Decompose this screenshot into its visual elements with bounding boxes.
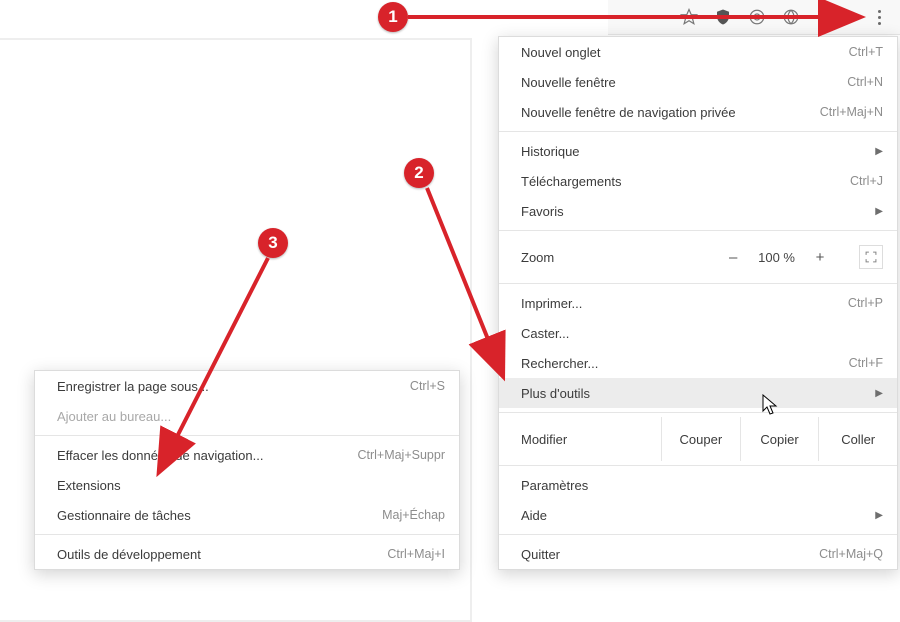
menu-print[interactable]: Imprimer... Ctrl+P bbox=[499, 288, 897, 318]
menu-edit-row: Modifier Couper Copier Coller bbox=[499, 417, 897, 461]
menu-item-shortcut: Ctrl+Maj+I bbox=[387, 547, 445, 561]
menu-item-shortcut: Ctrl+Maj+N bbox=[820, 105, 883, 119]
menu-item-label: Quitter bbox=[521, 547, 819, 562]
more-tools-submenu: Enregistrer la page sous... Ctrl+S Ajout… bbox=[34, 370, 460, 570]
menu-item-label: Historique bbox=[521, 144, 867, 159]
menu-item-shortcut: Ctrl+F bbox=[849, 356, 883, 370]
annotation-badge-2: 2 bbox=[404, 158, 434, 188]
zoom-out-button[interactable]: – bbox=[726, 249, 740, 266]
menu-item-label: Nouvel onglet bbox=[521, 45, 849, 60]
menu-item-label: Modifier bbox=[499, 417, 661, 461]
menu-item-shortcut: Ctrl+Maj+Suppr bbox=[357, 448, 445, 462]
menu-dots-icon[interactable] bbox=[870, 8, 888, 26]
menu-item-label: Paramètres bbox=[521, 478, 883, 493]
globe-icon[interactable] bbox=[782, 8, 800, 26]
menu-cast[interactable]: Caster... bbox=[499, 318, 897, 348]
menu-separator bbox=[35, 435, 459, 436]
star-icon[interactable] bbox=[680, 8, 698, 26]
menu-quit[interactable]: Quitter Ctrl+Maj+Q bbox=[499, 539, 897, 569]
menu-item-label: Nouvelle fenêtre de navigation privée bbox=[521, 105, 820, 120]
menu-item-label: Imprimer... bbox=[521, 296, 848, 311]
menu-separator bbox=[499, 534, 897, 535]
main-menu: Nouvel onglet Ctrl+T Nouvelle fenêtre Ct… bbox=[498, 36, 898, 570]
menu-item-label: Ajouter au bureau... bbox=[57, 409, 445, 424]
menu-separator bbox=[35, 534, 459, 535]
menu-item-shortcut: Ctrl+P bbox=[848, 296, 883, 310]
submenu-save-page-as[interactable]: Enregistrer la page sous... Ctrl+S bbox=[35, 371, 459, 401]
menu-downloads[interactable]: Téléchargements Ctrl+J bbox=[499, 166, 897, 196]
menu-item-label: Aide bbox=[521, 508, 867, 523]
submenu-clear-browsing-data[interactable]: Effacer les données de navigation... Ctr… bbox=[35, 440, 459, 470]
chevron-right-icon: ▶ bbox=[875, 388, 883, 399]
submenu-add-to-desktop: Ajouter au bureau... bbox=[35, 401, 459, 431]
menu-item-label: Rechercher... bbox=[521, 356, 849, 371]
menu-separator bbox=[499, 131, 897, 132]
menu-item-shortcut: Ctrl+Maj+Q bbox=[819, 547, 883, 561]
menu-incognito[interactable]: Nouvelle fenêtre de navigation privée Ct… bbox=[499, 97, 897, 127]
menu-item-label: Nouvelle fenêtre bbox=[521, 75, 847, 90]
zoom-value: 100 % bbox=[758, 250, 795, 265]
menu-help[interactable]: Aide ▶ bbox=[499, 500, 897, 530]
cursor-icon bbox=[762, 394, 778, 416]
zoom-in-button[interactable]: + bbox=[813, 249, 827, 266]
menu-zoom: Zoom – 100 % + bbox=[499, 235, 897, 279]
fullscreen-icon[interactable] bbox=[859, 245, 883, 269]
menu-separator bbox=[499, 412, 897, 413]
submenu-developer-tools[interactable]: Outils de développement Ctrl+Maj+I bbox=[35, 539, 459, 569]
menu-item-label: Zoom bbox=[521, 250, 726, 265]
menu-item-label: Outils de développement bbox=[57, 547, 387, 562]
edit-paste-button[interactable]: Coller bbox=[818, 417, 897, 461]
chevron-right-icon: ▶ bbox=[875, 206, 883, 217]
menu-new-tab[interactable]: Nouvel onglet Ctrl+T bbox=[499, 37, 897, 67]
menu-item-label: Plus d'outils bbox=[521, 386, 867, 401]
menu-item-shortcut: Ctrl+J bbox=[850, 174, 883, 188]
menu-item-label: Téléchargements bbox=[521, 174, 850, 189]
menu-item-label: Favoris bbox=[521, 204, 867, 219]
chevron-right-icon: ▶ bbox=[875, 146, 883, 157]
menu-item-shortcut: Ctrl+T bbox=[849, 45, 883, 59]
edit-copy-button[interactable]: Copier bbox=[740, 417, 819, 461]
menu-item-label: Extensions bbox=[57, 478, 445, 493]
menu-item-shortcut: Ctrl+N bbox=[847, 75, 883, 89]
menu-item-shortcut: Maj+Échap bbox=[382, 508, 445, 522]
menu-separator bbox=[499, 283, 897, 284]
menu-find[interactable]: Rechercher... Ctrl+F bbox=[499, 348, 897, 378]
submenu-extensions[interactable]: Extensions bbox=[35, 470, 459, 500]
menu-item-label: Caster... bbox=[521, 326, 883, 341]
menu-item-shortcut: Ctrl+S bbox=[410, 379, 445, 393]
annotation-badge-3: 3 bbox=[258, 228, 288, 258]
menu-separator bbox=[499, 465, 897, 466]
menu-settings[interactable]: Paramètres bbox=[499, 470, 897, 500]
shield-icon[interactable] bbox=[714, 8, 732, 26]
target-icon[interactable] bbox=[748, 8, 766, 26]
chevron-right-icon: ▶ bbox=[875, 510, 883, 521]
annotation-badge-1: 1 bbox=[378, 2, 408, 32]
edit-cut-button[interactable]: Couper bbox=[661, 417, 740, 461]
menu-item-label: Enregistrer la page sous... bbox=[57, 379, 410, 394]
submenu-task-manager[interactable]: Gestionnaire de tâches Maj+Échap bbox=[35, 500, 459, 530]
menu-more-tools[interactable]: Plus d'outils ▶ bbox=[499, 378, 897, 408]
lock-icon[interactable] bbox=[816, 8, 834, 26]
menu-separator bbox=[499, 230, 897, 231]
menu-new-window[interactable]: Nouvelle fenêtre Ctrl+N bbox=[499, 67, 897, 97]
menu-item-label: Effacer les données de navigation... bbox=[57, 448, 357, 463]
menu-item-label: Gestionnaire de tâches bbox=[57, 508, 382, 523]
menu-history[interactable]: Historique ▶ bbox=[499, 136, 897, 166]
menu-bookmarks[interactable]: Favoris ▶ bbox=[499, 196, 897, 226]
browser-toolbar bbox=[608, 0, 900, 35]
